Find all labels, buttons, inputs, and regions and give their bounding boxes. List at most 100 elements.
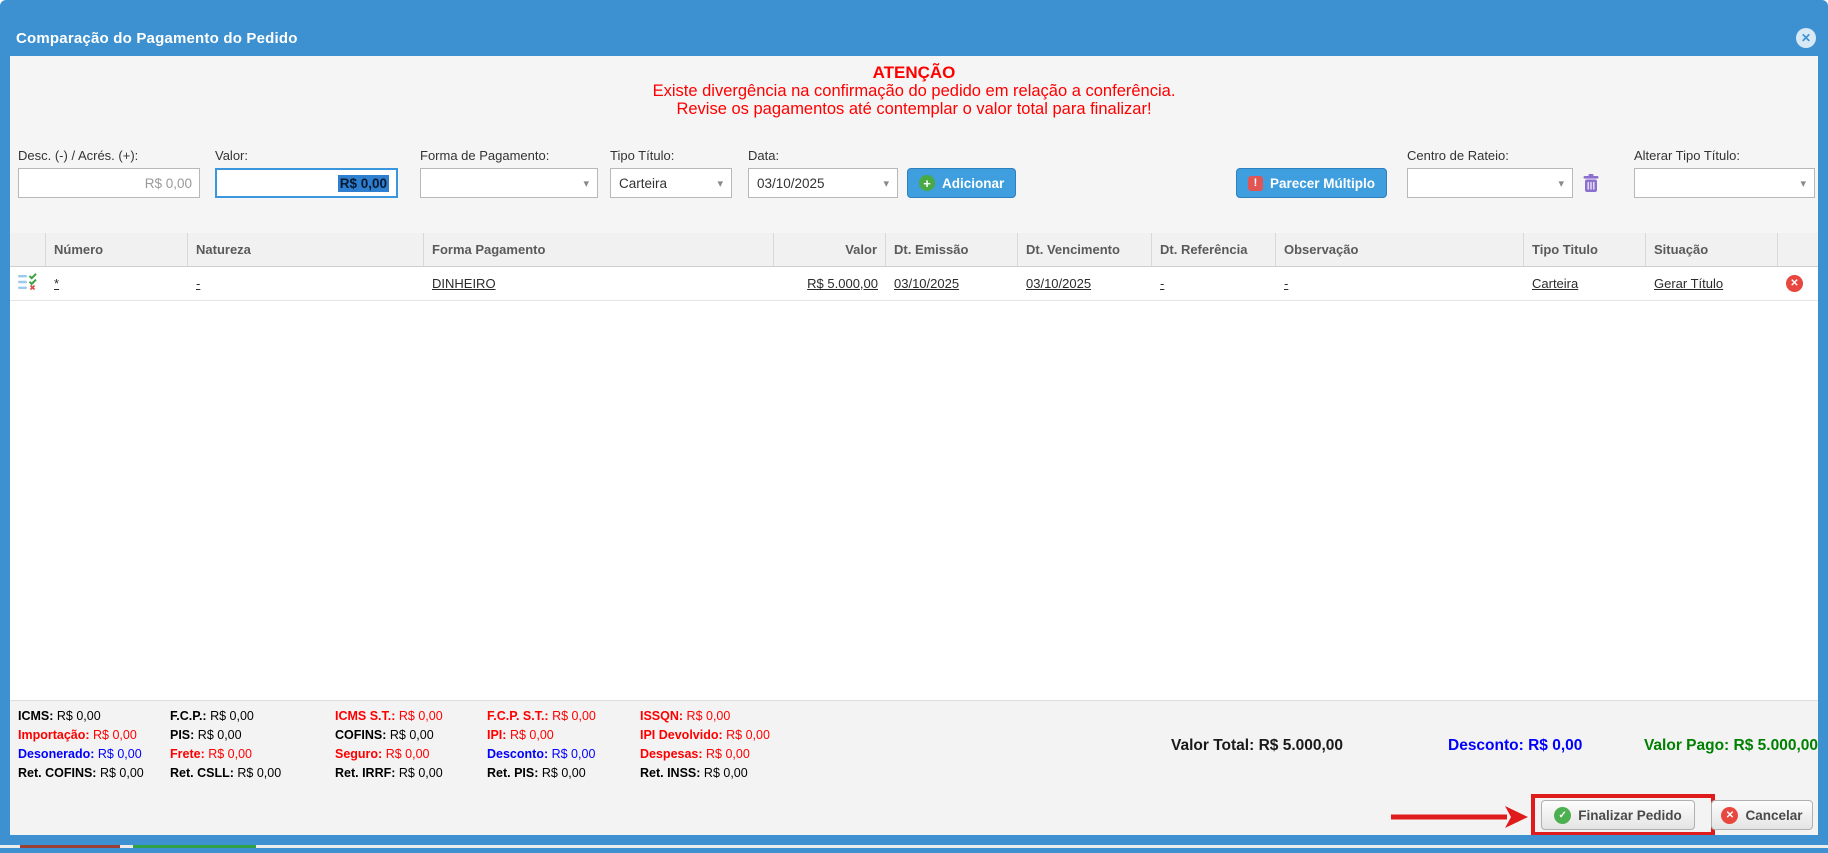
tax-fcp: F.C.P.: R$ 0,00 [170,707,335,726]
cancel-circle-icon: ✕ [1721,807,1738,824]
row-natureza-link[interactable]: - [196,276,200,291]
chevron-down-icon: ▾ [1800,177,1806,190]
dialog-titlebar: Comparação do Pagamento do Pedido [0,0,1828,56]
tax-summary: ICMS: R$ 0,00 Importação: R$ 0,00 Desone… [18,707,870,783]
annotation-arrow [1388,804,1530,835]
trash-icon[interactable] [1583,174,1599,197]
chevron-down-icon: ▾ [717,177,723,190]
data-label: Data: [748,148,779,163]
tax-frete: Frete: R$ 0,00 [170,745,335,764]
forma-pagamento-select[interactable]: ▾ [420,168,598,198]
centro-rateio-select[interactable]: ▾ [1407,168,1573,198]
row-observacao-link[interactable]: - [1284,276,1288,291]
alterar-tipo-titulo-label: Alterar Tipo Título: [1634,148,1740,163]
tax-ipi-devolvido: IPI Devolvido: R$ 0,00 [640,726,870,745]
tipo-titulo-select[interactable]: Carteira ▾ [610,168,732,198]
chevron-down-icon: ▾ [883,177,889,190]
tax-pis: PIS: R$ 0,00 [170,726,335,745]
check-circle-icon: ✓ [1554,807,1571,824]
warning-message: ATENÇÃO Existe divergência na confirmaçã… [10,64,1818,118]
parecer-multiplo-button[interactable]: ! Parecer Múltiplo [1236,168,1387,198]
dialog-border-left [0,56,10,845]
alterar-tipo-titulo-select[interactable]: ▾ [1634,168,1815,198]
dialog-border-bottom [0,835,1828,845]
row-situacao-link[interactable]: Gerar Título [1654,276,1723,291]
header-numero: Número [46,233,188,266]
header-observacao: Observação [1276,233,1524,266]
tax-ret-inss: Ret. INSS: R$ 0,00 [640,764,870,783]
table-header-row: Número Natureza Forma Pagamento Valor Dt… [10,233,1818,267]
header-tipo-titulo: Tipo Titulo [1524,233,1646,266]
tax-ipi: IPI: R$ 0,00 [487,726,640,745]
warning-title: ATENÇÃO [10,64,1818,82]
valor-pago-total: Valor Pago: R$ 5.000,00 [1644,737,1818,755]
tax-issqn: ISSQN: R$ 0,00 [640,707,870,726]
forma-pagamento-label: Forma de Pagamento: [420,148,549,163]
row-tipo-titulo-link[interactable]: Carteira [1532,276,1578,291]
alert-calendar-icon: ! [1248,176,1263,191]
adicionar-label: Adicionar [942,176,1004,191]
table-row: * - DINHEIRO R$ 5.000,00 03/10/2025 03/1… [10,267,1818,301]
dialog-border-right [1818,56,1828,845]
finalizar-pedido-button[interactable]: ✓ Finalizar Pedido [1541,800,1695,830]
tax-despesas: Despesas: R$ 0,00 [640,745,870,764]
dialog-content: ATENÇÃO Existe divergência na confirmaçã… [10,56,1818,835]
chevron-down-icon: ▾ [1558,177,1564,190]
close-icon[interactable]: ✕ [1796,28,1816,48]
tax-ret-cofins: Ret. COFINS: R$ 0,00 [18,764,170,783]
tax-ret-pis: Ret. PIS: R$ 0,00 [487,764,640,783]
header-dt-emissao: Dt. Emissão [886,233,1018,266]
parecer-multiplo-label: Parecer Múltiplo [1270,176,1375,191]
desc-acres-value: R$ 0,00 [145,176,192,191]
tax-icms: ICMS: R$ 0,00 [18,707,170,726]
header-situacao: Situação [1646,233,1778,266]
cancelar-button[interactable]: ✕ Cancelar [1711,800,1813,830]
finalizar-pedido-label: Finalizar Pedido [1578,808,1682,823]
data-select[interactable]: 03/10/2025 ▾ [748,168,898,198]
header-valor: Valor [774,233,886,266]
desc-acres-label: Desc. (-) / Acrés. (+): [18,148,138,163]
checklist-icon [18,273,39,294]
row-dt-referencia-link[interactable]: - [1160,276,1164,291]
cancelar-label: Cancelar [1745,808,1802,823]
header-forma-pagamento: Forma Pagamento [424,233,774,266]
row-dt-vencimento-link[interactable]: 03/10/2025 [1026,276,1091,291]
tax-icms-st: ICMS S.T.: R$ 0,00 [335,707,487,726]
centro-rateio-label: Centro de Rateio: [1407,148,1509,163]
row-valor-link[interactable]: R$ 5.000,00 [807,276,878,291]
tax-desconto: Desconto: R$ 0,00 [487,745,640,764]
background-page-bar [0,848,1828,853]
tax-desonerado: Desonerado: R$ 0,00 [18,745,170,764]
warning-line-2: Revise os pagamentos até contemplar o va… [10,100,1818,118]
row-dt-emissao-link[interactable]: 03/10/2025 [894,276,959,291]
payments-table: Número Natureza Forma Pagamento Valor Dt… [10,233,1818,700]
row-actions-cell[interactable] [10,267,46,300]
desc-acres-input[interactable]: R$ 0,00 [18,168,200,198]
header-dt-vencimento: Dt. Vencimento [1018,233,1152,266]
warning-line-1: Existe divergência na confirmação do ped… [10,82,1818,100]
tipo-titulo-value: Carteira [619,176,667,191]
header-actions [10,233,46,266]
valor-input[interactable]: R$ 0,00 [215,168,398,198]
chevron-down-icon: ▾ [583,177,589,190]
valor-label: Valor: [215,148,248,163]
header-delete [1778,233,1818,266]
row-forma-pagamento-link[interactable]: DINHEIRO [432,276,496,291]
desconto-total: Desconto: R$ 0,00 [1448,737,1582,755]
tax-ret-csll: Ret. CSLL: R$ 0,00 [170,764,335,783]
plus-icon: + [919,175,935,191]
delete-row-icon[interactable]: ✕ [1786,275,1803,292]
tax-ret-irrf: Ret. IRRF: R$ 0,00 [335,764,487,783]
valor-total: Valor Total: R$ 5.000,00 [1171,737,1343,755]
dialog-title: Comparação do Pagamento do Pedido [16,30,298,47]
valor-selected-value: R$ 0,00 [338,175,389,192]
header-natureza: Natureza [188,233,424,266]
tax-importacao: Importação: R$ 0,00 [18,726,170,745]
row-numero-link[interactable]: * [54,276,59,291]
tax-cofins: COFINS: R$ 0,00 [335,726,487,745]
adicionar-button[interactable]: + Adicionar [907,168,1016,198]
tipo-titulo-label: Tipo Título: [610,148,674,163]
header-dt-referencia: Dt. Referência [1152,233,1276,266]
dialog-footer: ICMS: R$ 0,00 Importação: R$ 0,00 Desone… [10,700,1818,835]
data-value: 03/10/2025 [757,176,825,191]
